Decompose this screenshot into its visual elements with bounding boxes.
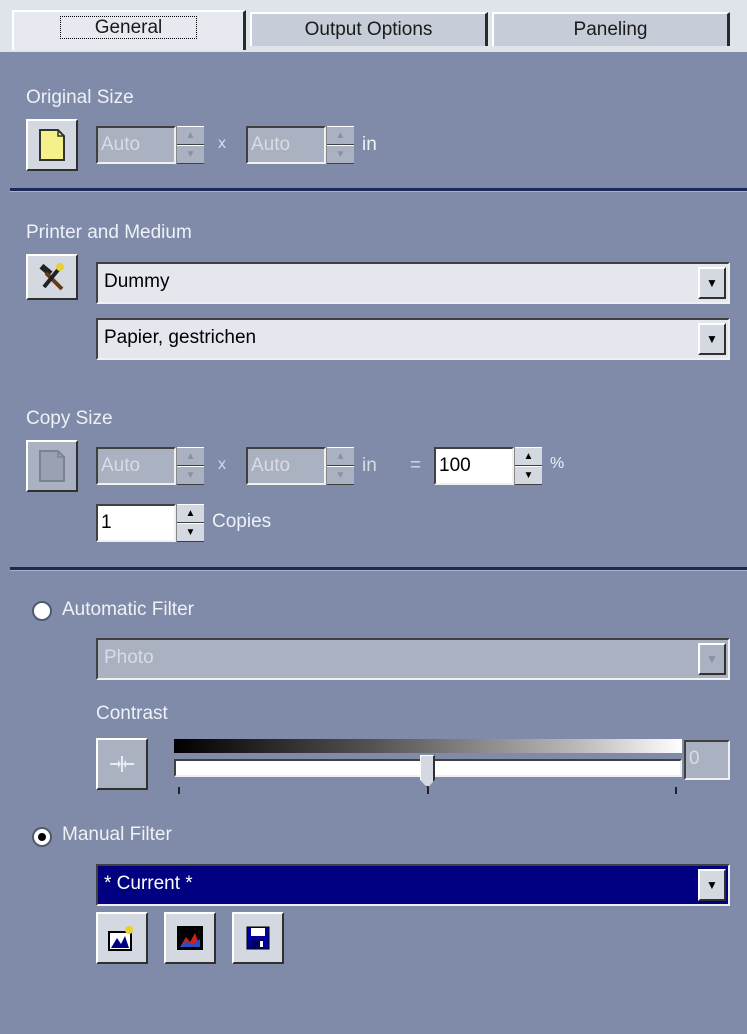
radio-dot [38,833,46,841]
manual-filter-value: * Current * [104,873,193,894]
spin-down-icon[interactable]: ▼ [177,145,204,164]
copies-stepper[interactable]: ▲ ▼ [176,504,204,542]
spin-up-icon[interactable]: ▲ [515,447,542,466]
spin-down-icon[interactable]: ▼ [327,466,354,485]
original-width-field[interactable]: Auto [96,126,176,164]
tab-general[interactable]: General [12,10,246,50]
tab-general-label: General [59,16,198,39]
spin-down-icon[interactable]: ▼ [327,145,354,164]
contrast-label: Contrast [96,703,168,724]
contrast-reset-button[interactable] [96,738,148,790]
spin-up-icon[interactable]: ▲ [327,126,354,145]
manual-filter-select[interactable]: * Current * ▼ [96,864,730,906]
spin-down-icon[interactable]: ▼ [515,466,542,485]
spin-up-icon[interactable]: ▲ [177,504,204,523]
scale-percent-field[interactable]: 100 [434,447,514,485]
equals-sign: = [410,455,422,476]
spin-down-icon[interactable]: ▼ [177,523,204,542]
section-divider [10,188,747,192]
edit-filter-button[interactable] [164,912,216,964]
save-filter-button[interactable] [232,912,284,964]
copy-size-button[interactable] [26,440,78,492]
original-height-stepper[interactable]: ▲ ▼ [326,126,354,164]
tab-output-options[interactable]: Output Options [250,12,488,46]
chevron-down-icon[interactable]: ▼ [698,643,726,675]
contrast-gradient [174,739,682,753]
medium-select-value: Papier, gestrichen [104,327,257,348]
tools-icon [39,263,64,291]
page-icon [39,129,65,161]
copy-width-stepper[interactable]: ▲ ▼ [176,447,204,485]
new-filter-button[interactable] [96,912,148,964]
percent-unit-label: % [550,455,565,472]
original-size-title: Original Size [26,87,134,108]
spin-up-icon[interactable]: ▲ [327,447,354,466]
printer-title: Printer and Medium [26,222,192,243]
spin-down-icon[interactable]: ▼ [177,466,204,485]
manual-filter-radio[interactable] [32,827,52,847]
original-unit-label: in [362,134,377,155]
slider-tick [178,787,180,794]
spin-up-icon[interactable]: ▲ [177,447,204,466]
automatic-filter-select[interactable]: Photo ▼ [96,638,730,680]
copy-width-field[interactable]: Auto [96,447,176,485]
automatic-filter-radio[interactable] [32,601,52,621]
floppy-disk-icon [246,926,270,950]
page-icon [39,450,65,482]
chevron-down-icon[interactable]: ▼ [698,869,726,901]
copy-height-field[interactable]: Auto [246,447,326,485]
new-filter-icon [108,926,133,951]
tab-paneling-label: Paneling [573,19,648,40]
slider-tick [675,787,677,794]
times-sign: x [218,456,226,473]
histogram-icon [177,926,203,950]
original-width-stepper[interactable]: ▲ ▼ [176,126,204,164]
copy-size-title: Copy Size [26,408,113,429]
original-size-button[interactable] [26,119,78,171]
slider-tick [427,787,429,794]
contrast-value-field[interactable]: 0 [684,740,730,780]
chevron-down-icon[interactable]: ▼ [698,323,726,355]
section-divider [10,567,747,571]
copy-height-stepper[interactable]: ▲ ▼ [326,447,354,485]
automatic-filter-label: Automatic Filter [62,599,194,620]
copies-field[interactable]: 1 [96,504,176,542]
copies-label: Copies [212,511,272,532]
original-height-field[interactable]: Auto [246,126,326,164]
tab-output-options-label: Output Options [304,19,433,40]
copy-unit-label: in [362,455,377,476]
tab-paneling[interactable]: Paneling [492,12,730,46]
medium-select[interactable]: Papier, gestrichen ▼ [96,318,730,360]
tab-strip: General Output Options Paneling [0,0,747,52]
printer-select[interactable]: Dummy ▼ [96,262,730,304]
chevron-down-icon[interactable]: ▼ [698,267,726,299]
automatic-filter-value: Photo [104,647,154,668]
printer-select-value: Dummy [104,271,170,292]
printer-setup-button[interactable] [26,254,78,300]
manual-filter-label: Manual Filter [62,824,172,845]
spin-up-icon[interactable]: ▲ [177,126,204,145]
scale-percent-stepper[interactable]: ▲ ▼ [514,447,542,485]
times-sign: x [218,135,226,152]
center-arrows-icon [110,756,134,772]
